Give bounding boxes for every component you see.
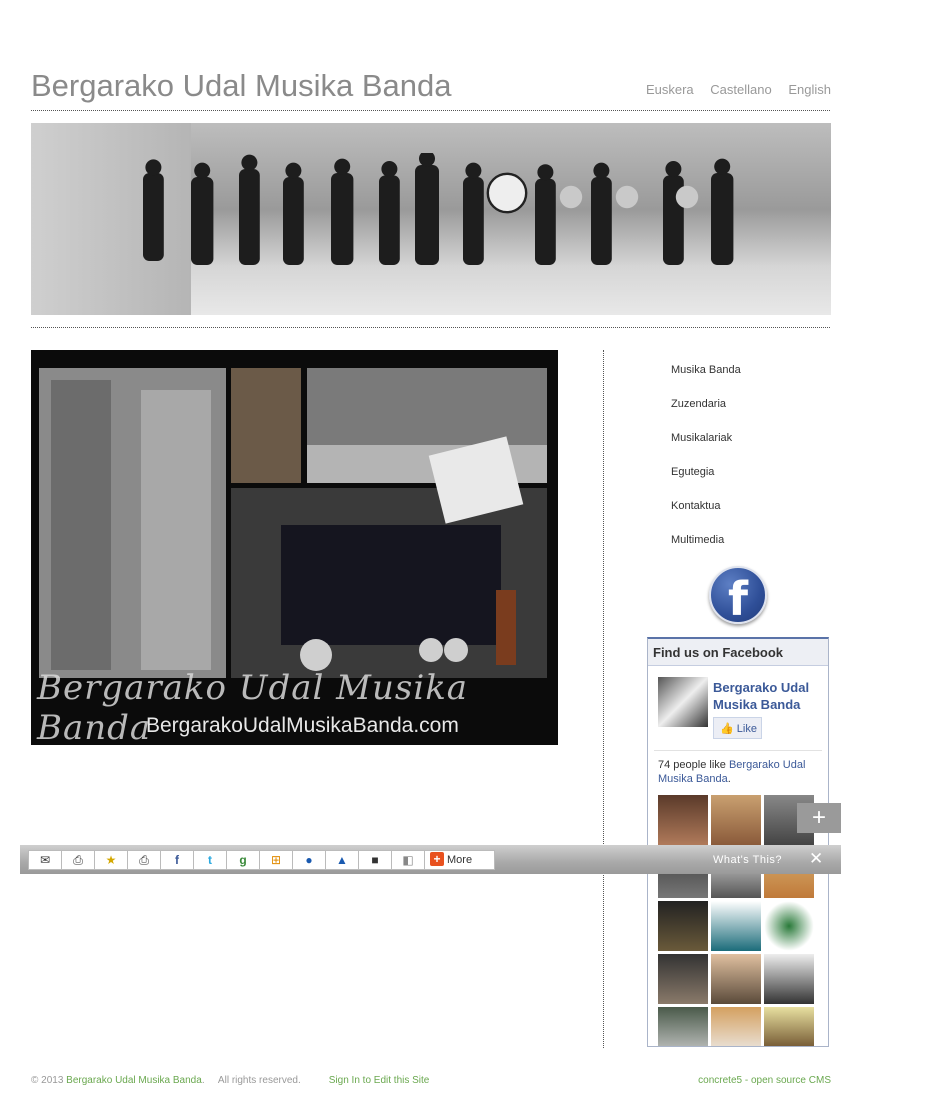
facebook-box-title: Find us on Facebook: [648, 639, 828, 666]
fan-avatar[interactable]: [658, 954, 708, 1004]
email-app-icon[interactable]: ⎙: [61, 850, 95, 870]
sidebar-nav: Musika Banda Zuzendaria Musikalariak Egu…: [671, 363, 741, 567]
favorites-icon[interactable]: ★: [94, 850, 128, 870]
sidebar-item-multimedia[interactable]: Multimedia: [671, 533, 741, 567]
fan-avatar[interactable]: [711, 795, 761, 845]
windows-live-icon[interactable]: ⊞: [259, 850, 293, 870]
lang-english-link[interactable]: English: [788, 82, 831, 97]
sidebar-item-kontaktua[interactable]: Kontaktua: [671, 499, 741, 533]
facebook-box-separator: [654, 750, 822, 751]
fan-avatar[interactable]: [711, 901, 761, 951]
lang-castellano-link[interactable]: Castellano: [710, 82, 771, 97]
column-divider: [603, 350, 604, 1048]
fan-avatar[interactable]: [764, 954, 814, 1004]
aim-icon[interactable]: ▲: [325, 850, 359, 870]
footer-left: © 2013 Bergarako Udal Musika Banda. All …: [31, 1075, 430, 1086]
thumbs-up-icon: 👍: [720, 723, 734, 735]
cms-credit-link[interactable]: concrete5 - open source CMS: [698, 1075, 831, 1086]
band-collage-image: Bergarako Udal Musika Banda BergarakoUda…: [31, 350, 558, 745]
facebook-like-box: Find us on Facebook Bergarako Udal Musik…: [647, 637, 829, 1047]
facebook-page-name[interactable]: Bergarako Udal Musika Banda: [713, 679, 823, 713]
fan-avatar[interactable]: [764, 901, 814, 951]
delicious-icon[interactable]: ■: [358, 850, 392, 870]
footer-rights: . All rights reserved.: [201, 1075, 301, 1086]
facebook-icon[interactable]: f: [709, 566, 767, 626]
language-nav: Euskera Castellano English: [633, 82, 831, 97]
plus-icon: +: [430, 852, 444, 866]
like-label: Like: [736, 723, 757, 735]
share-bar-expand-button[interactable]: +: [797, 803, 841, 833]
email-icon[interactable]: ✉: [28, 850, 62, 870]
facebook-like-button[interactable]: 👍 Like: [713, 717, 762, 739]
collage-watermark-url: BergarakoUdalMusikaBanda.com: [146, 714, 459, 737]
whats-this-link[interactable]: What's This?: [713, 854, 782, 866]
facebook-like-count: 74 people like Bergarako Udal Musika Ban…: [658, 759, 806, 785]
print-icon[interactable]: ⎙: [127, 850, 161, 870]
fan-avatar[interactable]: [764, 1007, 814, 1046]
sidebar-item-musikalariak[interactable]: Musikalariak: [671, 431, 741, 465]
facebook-icon[interactable]: f: [160, 850, 194, 870]
marching-band-silhouettes: [143, 153, 734, 265]
footer-right: concrete5 - open source CMS: [698, 1075, 831, 1086]
fan-avatar[interactable]: [658, 901, 708, 951]
fan-avatar[interactable]: [658, 795, 708, 845]
twitter-icon[interactable]: t: [193, 850, 227, 870]
sign-in-link[interactable]: Sign In to Edit this Site: [329, 1075, 430, 1086]
close-icon[interactable]: ✕: [809, 849, 823, 869]
sidebar-item-musika-banda[interactable]: Musika Banda: [671, 363, 741, 397]
header-band-photo: [31, 123, 831, 315]
site-title[interactable]: Bergarako Udal Musika Banda: [31, 68, 451, 104]
digg-icon[interactable]: ◧: [391, 850, 425, 870]
fan-avatar[interactable]: [711, 1007, 761, 1046]
fan-avatar[interactable]: [711, 954, 761, 1004]
google-icon[interactable]: g: [226, 850, 260, 870]
share-toolbar: ✉ ⎙ ★ ⎙ f t g ⊞ ● ▲ ■ ◧ + More What's Thi…: [20, 845, 841, 874]
footer-site-link[interactable]: Bergarako Udal Musika Banda: [66, 1075, 202, 1086]
header-divider: [31, 110, 830, 111]
sidebar-item-zuzendaria[interactable]: Zuzendaria: [671, 397, 741, 431]
lang-euskera-link[interactable]: Euskera: [646, 82, 694, 97]
myspace-icon[interactable]: ●: [292, 850, 326, 870]
facebook-page-avatar[interactable]: [658, 677, 708, 727]
content-divider: [31, 327, 830, 328]
sidebar-item-egutegia[interactable]: Egutegia: [671, 465, 741, 499]
fan-avatar[interactable]: [658, 1007, 708, 1046]
share-more-button[interactable]: + More: [424, 850, 495, 870]
